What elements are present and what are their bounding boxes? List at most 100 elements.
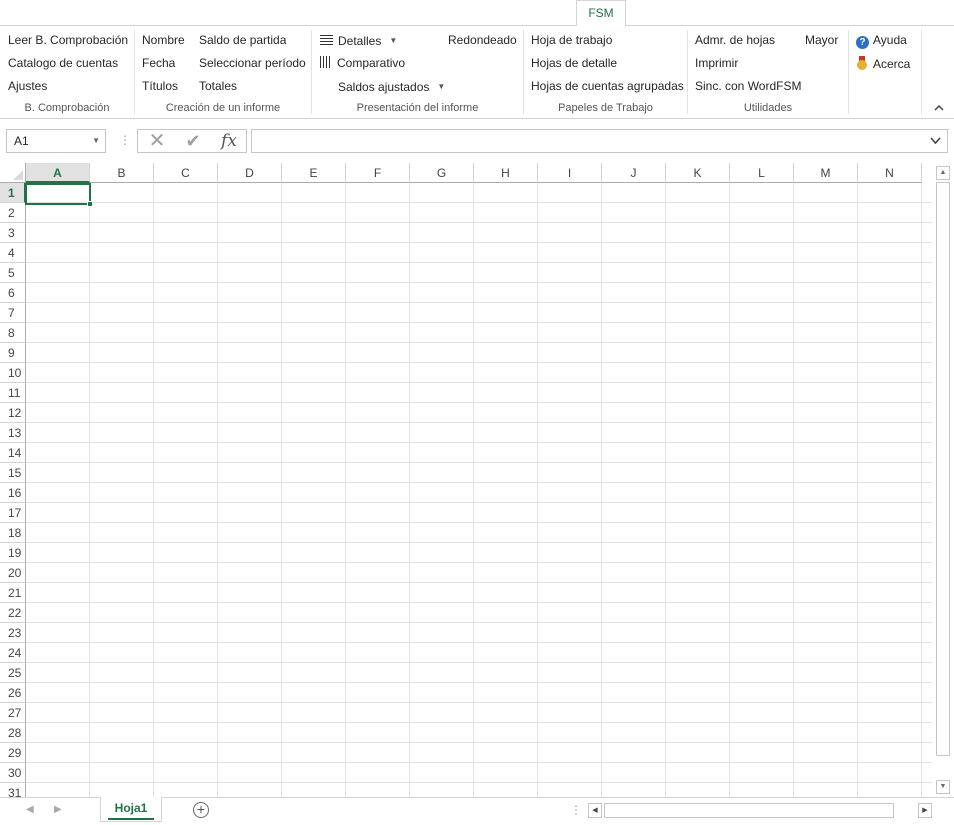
group-separator: [921, 30, 922, 114]
check-icon[interactable]: ✔: [178, 130, 208, 152]
column-header[interactable]: L: [730, 163, 794, 183]
row-header[interactable]: 10: [0, 363, 26, 383]
scroll-up-icon[interactable]: ▲: [936, 166, 950, 180]
scroll-left-icon[interactable]: ◀: [588, 803, 602, 818]
hoja-de-trabajo-button[interactable]: Hoja de trabajo: [531, 33, 612, 48]
collapse-ribbon-icon[interactable]: [934, 102, 944, 114]
saldos-ajustados-label: Saldos ajustados: [338, 80, 430, 94]
cell-area[interactable]: [26, 183, 932, 797]
next-sheet-icon[interactable]: ▶: [54, 804, 62, 815]
row-header[interactable]: 20: [0, 563, 26, 583]
ajustes-button[interactable]: Ajustes: [8, 79, 47, 94]
row-header[interactable]: 14: [0, 443, 26, 463]
column-header[interactable]: C: [154, 163, 218, 183]
column-header[interactable]: D: [218, 163, 282, 183]
row-header[interactable]: 22: [0, 603, 26, 623]
tab-fsm[interactable]: FSM: [576, 0, 626, 26]
row-header[interactable]: 7: [0, 303, 26, 323]
row-header[interactable]: 24: [0, 643, 26, 663]
row-header[interactable]: 23: [0, 623, 26, 643]
horizontal-scroll-thumb[interactable]: [604, 803, 894, 818]
detail-lines-icon: [320, 35, 333, 46]
row-header[interactable]: 25: [0, 663, 26, 683]
row-header[interactable]: 4: [0, 243, 26, 263]
column-header[interactable]: F: [346, 163, 410, 183]
row-header[interactable]: 2: [0, 203, 26, 223]
column-header[interactable]: G: [410, 163, 474, 183]
imprimir-button[interactable]: Imprimir: [695, 56, 738, 71]
fill-handle[interactable]: [87, 201, 93, 207]
row-header[interactable]: 11: [0, 383, 26, 403]
row-header[interactable]: 28: [0, 723, 26, 743]
row-header[interactable]: 16: [0, 483, 26, 503]
sinc-con-wordfsm-button[interactable]: Sinc. con WordFSM: [695, 79, 801, 94]
column-header[interactable]: E: [282, 163, 346, 183]
leer-b-comprobacion-button[interactable]: Leer B. Comprobación: [8, 33, 128, 48]
previous-sheet-icon[interactable]: ◀: [26, 804, 34, 815]
chevron-down-icon[interactable]: ▼: [92, 130, 100, 152]
column-header[interactable]: M: [794, 163, 858, 183]
column-header[interactable]: A: [26, 163, 90, 183]
row-header[interactable]: 9: [0, 343, 26, 363]
row-header[interactable]: 15: [0, 463, 26, 483]
row-header[interactable]: 19: [0, 543, 26, 563]
vertical-scrollbar[interactable]: ▲ ▼: [932, 163, 954, 797]
active-cell[interactable]: [25, 183, 91, 205]
column-header[interactable]: N: [858, 163, 922, 183]
redondeado-button[interactable]: Redondeado: [448, 33, 517, 48]
row-header[interactable]: 3: [0, 223, 26, 243]
row-header[interactable]: 17: [0, 503, 26, 523]
saldos-ajustados-button[interactable]: Saldos ajustados ▼: [338, 79, 445, 95]
admr-de-hojas-button[interactable]: Admr. de hojas: [695, 33, 775, 48]
add-sheet-icon[interactable]: +: [193, 802, 209, 818]
row-header[interactable]: 18: [0, 523, 26, 543]
column-header[interactable]: J: [602, 163, 666, 183]
scroll-right-icon[interactable]: ▶: [918, 803, 932, 818]
formula-input[interactable]: [251, 129, 948, 153]
chevron-down-icon[interactable]: [930, 136, 941, 147]
row-header[interactable]: 13: [0, 423, 26, 443]
scroll-down-icon[interactable]: ▼: [936, 780, 950, 794]
column-header[interactable]: B: [90, 163, 154, 183]
ayuda-button[interactable]: ? Ayuda: [856, 33, 907, 49]
row-header[interactable]: 29: [0, 743, 26, 763]
column-header[interactable]: K: [666, 163, 730, 183]
nombre-button[interactable]: Nombre: [142, 33, 185, 48]
totales-button[interactable]: Totales: [199, 79, 237, 94]
row-header[interactable]: 5: [0, 263, 26, 283]
saldo-de-partida-button[interactable]: Saldo de partida: [199, 33, 286, 48]
horizontal-scrollbar[interactable]: ◀ ▶: [588, 803, 933, 818]
name-box-value: A1: [14, 134, 29, 148]
fecha-button[interactable]: Fecha: [142, 56, 175, 71]
resize-handle-icon[interactable]: ⋮: [570, 804, 582, 816]
row-header[interactable]: 30: [0, 763, 26, 783]
row-header[interactable]: 27: [0, 703, 26, 723]
spreadsheet-grid[interactable]: ABCDEFGHIJKLMN 1 2 3 4 5 6 7 8 9 10 11 12 13 14 15 16 17…: [0, 163, 932, 797]
select-all-button[interactable]: [0, 163, 26, 183]
hojas-de-cuentas-agrupadas-button[interactable]: Hojas de cuentas agrupadas: [531, 79, 684, 94]
row-header[interactable]: 8: [0, 323, 26, 343]
titulos-button[interactable]: Títulos: [142, 79, 178, 94]
mayor-button[interactable]: Mayor: [805, 33, 838, 48]
group-papeles-trabajo: Hoja de trabajo Hojas de detalle Hojas d…: [524, 26, 687, 118]
row-header[interactable]: 1: [0, 183, 26, 203]
comparativo-button[interactable]: Comparativo: [320, 56, 405, 71]
resize-handle-icon[interactable]: ⋮: [119, 133, 131, 147]
acerca-button[interactable]: Acerca: [856, 56, 910, 72]
row-header[interactable]: 21: [0, 583, 26, 603]
close-icon[interactable]: ✕: [142, 130, 172, 152]
insert-function-button[interactable]: fx: [214, 130, 244, 152]
row-header[interactable]: 12: [0, 403, 26, 423]
row-header[interactable]: 26: [0, 683, 26, 703]
name-box[interactable]: A1 ▼: [6, 129, 106, 153]
hojas-de-detalle-button[interactable]: Hojas de detalle: [531, 56, 617, 71]
catalogo-de-cuentas-button[interactable]: Catalogo de cuentas: [8, 56, 118, 71]
detalles-button[interactable]: Detalles ▼: [320, 33, 397, 49]
group-presentacion-informe: Detalles ▼ Comparativo Saldos ajustados ▼ …: [312, 26, 523, 118]
row-header[interactable]: 31: [0, 783, 26, 797]
column-header[interactable]: H: [474, 163, 538, 183]
vertical-scroll-thumb[interactable]: [936, 182, 950, 756]
seleccionar-periodo-button[interactable]: Seleccionar período: [199, 56, 306, 71]
row-header[interactable]: 6: [0, 283, 26, 303]
column-header[interactable]: I: [538, 163, 602, 183]
